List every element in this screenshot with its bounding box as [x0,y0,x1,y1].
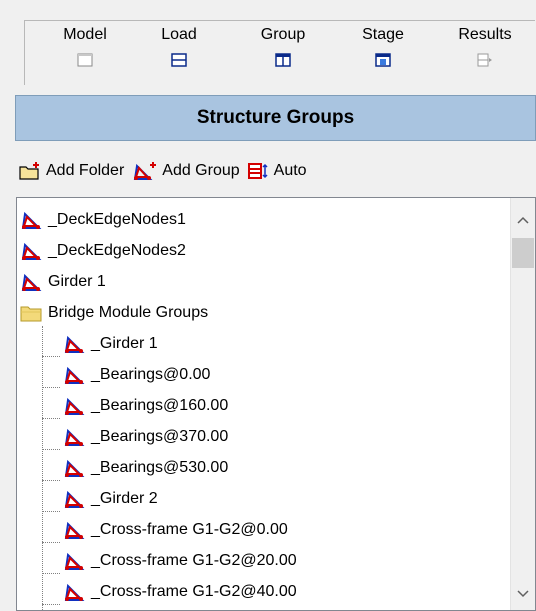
tab-group[interactable]: Group [253,25,313,67]
scroll-thumb[interactable] [512,238,534,268]
auto-button[interactable]: Auto [247,162,307,180]
auto-label: Auto [273,162,307,179]
tree-item-label: _Bearings@370.00 [91,427,229,445]
tree-item[interactable]: _DeckEdgeNodes2 [20,235,186,266]
structure-group-icon [64,335,85,353]
tab-strip: Model Load Group Stage Results [24,20,535,85]
tree-item-label: _Bearings@530.00 [91,458,229,476]
tree-item-label: _Cross-frame G1-G2@40.00 [91,582,297,600]
tree-item-label: _DeckEdgeNodes1 [48,210,186,228]
add-group-label: Add Group [162,162,240,179]
tree-item-label: _Bearings@160.00 [91,396,229,414]
vertical-scrollbar[interactable] [510,198,535,610]
tree-folder[interactable]: Bridge Module Groups [20,297,208,328]
tree-child-item[interactable]: _Girder 1 [63,328,158,359]
auto-group-icon [247,163,268,179]
tab-results[interactable]: Results [451,25,519,67]
tree-connector-branch [42,418,60,419]
tree-item[interactable]: Girder 1 [20,266,106,297]
tab-model-label: Model [63,26,107,43]
scroll-up-button[interactable] [511,208,535,232]
structure-group-icon [21,273,42,291]
tree-item-label: _Girder 2 [91,489,158,507]
structure-group-icon [21,211,42,229]
tab-stage-label: Stage [362,26,404,43]
tree-connector-branch [42,604,60,605]
structure-groups-header: Structure Groups [15,95,536,141]
tree-child-item[interactable]: _Bearings@370.00 [63,421,228,452]
tree-connector-branch [42,387,60,388]
stage-tab-icon [375,53,391,67]
tree-connector-branch [42,480,60,481]
structure-group-icon [64,397,85,415]
folder-icon [20,306,42,321]
results-tab-icon [477,53,492,67]
load-tab-icon [171,53,187,67]
tab-stage[interactable]: Stage [355,25,411,67]
toolbar: Add Folder Add Group Auto [18,157,536,185]
tree-connector-branch [42,542,60,543]
tab-model[interactable]: Model [55,25,115,67]
tree-item-label: _Cross-frame G1-G2@20.00 [91,551,297,569]
tree-connector-branch [42,511,60,512]
scroll-down-button[interactable] [511,582,535,606]
page-title: Structure Groups [196,107,355,128]
add-folder-label: Add Folder [46,162,125,179]
tree-connector-branch [42,356,60,357]
tree-child-item[interactable]: _Bearings@160.00 [63,390,228,421]
structure-group-icon [64,583,85,601]
tree-connector-branch [42,573,60,574]
model-tab-icon [77,53,93,67]
tree-item-label: _Girder 1 [91,334,158,352]
structure-group-icon [64,521,85,539]
structure-group-icon [21,242,42,260]
tree-child-item[interactable]: _Bearings@0.00 [63,359,210,390]
tree-child-item[interactable]: _Cross-frame G1-G2@40.00 [63,576,297,607]
tree-item[interactable]: _DeckEdgeNodes1 [20,204,186,235]
tree-item-label: Girder 1 [48,272,106,290]
chevron-down-icon [517,590,529,598]
tab-load[interactable]: Load [151,25,207,67]
structure-group-icon [64,459,85,477]
add-folder-button[interactable]: Add Folder [18,161,124,181]
group-tab-icon [275,53,291,67]
tab-group-label: Group [260,26,306,43]
structure-group-icon [64,490,85,508]
tree-item-label: _Bearings@0.00 [91,365,211,383]
add-folder-icon [19,162,39,180]
tab-load-label: Load [161,26,197,43]
tree-child-item[interactable]: _Cross-frame G1-G2@0.00 [63,514,288,545]
add-group-icon [134,162,157,180]
tree-connector-line [42,326,43,610]
structure-group-icon [64,552,85,570]
tree-folder-label: Bridge Module Groups [48,303,209,321]
chevron-up-icon [517,216,529,224]
tree-child-item[interactable]: _Girder 2 [63,483,158,514]
tree-item-label: _Cross-frame G1-G2@0.00 [91,520,288,538]
structure-group-icon [64,366,85,384]
tree-child-item[interactable]: _Bearings@530.00 [63,452,228,483]
tree-connector-branch [42,449,60,450]
add-group-button[interactable]: Add Group [132,161,240,181]
structure-group-icon [64,428,85,446]
tree-item-label: _DeckEdgeNodes2 [48,241,186,259]
tree-child-item[interactable]: _Cross-frame G1-G2@20.00 [63,545,297,576]
tab-results-label: Results [458,26,512,43]
structure-group-tree[interactable]: _DeckEdgeNodes1 _DeckEdgeNodes2 Girder 1… [16,197,536,611]
